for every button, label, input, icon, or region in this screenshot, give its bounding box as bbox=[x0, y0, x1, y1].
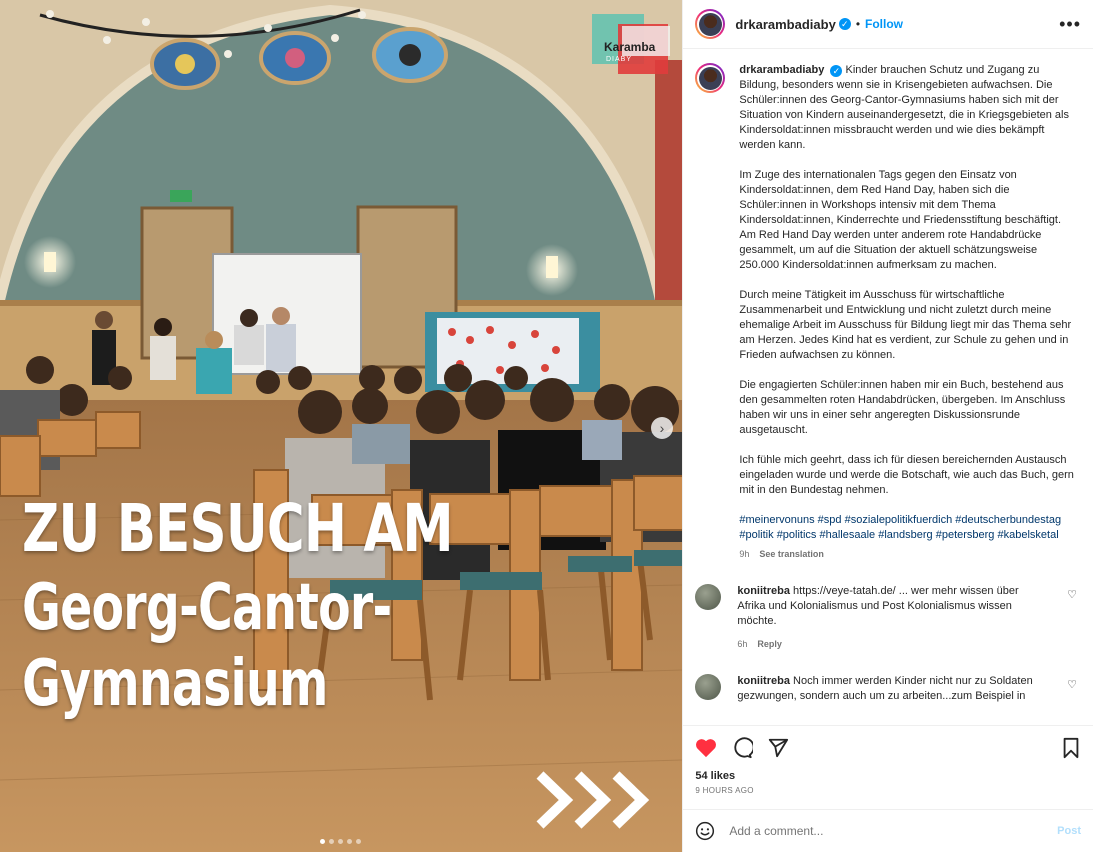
follow-button[interactable]: Follow bbox=[865, 17, 903, 31]
avatar[interactable] bbox=[695, 584, 722, 610]
see-translation-button[interactable]: See translation bbox=[759, 549, 824, 559]
caption-row: drkarambadiaby ✓ Kinder brauchen Schutz … bbox=[695, 63, 1081, 562]
headline-line-1: ZU BESUCH AM bbox=[22, 490, 454, 567]
hashtag-link[interactable]: #politik bbox=[739, 529, 773, 541]
carousel-dot bbox=[347, 839, 352, 844]
caption-paragraph-4: Die engagierten Schüler:innen haben mir … bbox=[739, 379, 1066, 436]
carousel-dot bbox=[356, 839, 361, 844]
caption: drkarambadiaby ✓ Kinder brauchen Schutz … bbox=[739, 63, 1079, 562]
carousel-indicator bbox=[320, 839, 361, 844]
hashtag-link[interactable]: #spd bbox=[818, 514, 842, 526]
avatar[interactable] bbox=[695, 9, 726, 39]
image-headline: ZU BESUCH AM Georg-Cantor- Gymnasium bbox=[22, 490, 574, 721]
comment-body: koniitreba Noch immer werden Kinder nich… bbox=[737, 674, 1037, 704]
post-timestamp: 9 HOURS AGO bbox=[695, 786, 754, 795]
post-actions: 54 likes 9 HOURS AGO bbox=[683, 725, 1093, 801]
carousel-next-button[interactable]: › bbox=[651, 417, 673, 439]
post-dialog: Karamba DIABY ZU BESUCH AM Georg-Cantor-… bbox=[0, 0, 1093, 852]
caption-paragraph-2: Im Zuge des internationalen Tags gegen d… bbox=[739, 169, 1062, 271]
chevrons-right-icon bbox=[536, 771, 650, 829]
comment-body: koniitreba https://veye-tatah.de/ ... we… bbox=[737, 584, 1037, 652]
post-comment-button[interactable]: Post bbox=[1057, 825, 1081, 837]
hashtag-link[interactable]: #kabelsketal bbox=[998, 529, 1059, 541]
comments-scroll-area[interactable]: drkarambadiaby ✓ Kinder brauchen Schutz … bbox=[683, 49, 1093, 725]
brand-logo: Karamba DIABY bbox=[592, 14, 672, 86]
carousel-dot bbox=[320, 839, 325, 844]
share-icon[interactable] bbox=[767, 737, 789, 759]
like-comment-heart-icon[interactable]: ♡ bbox=[1067, 588, 1077, 601]
hashtag-link[interactable]: #sozialepolitikfuerdich bbox=[845, 514, 953, 526]
comment-item: koniitreba Noch immer werden Kinder nich… bbox=[695, 674, 1081, 704]
caption-paragraph-5: Ich fühle mich geehrt, dass ich für dies… bbox=[739, 454, 1074, 496]
bookmark-icon[interactable] bbox=[1061, 737, 1081, 759]
verified-badge-icon: ✓ bbox=[838, 18, 851, 30]
post-side-panel: drkarambadiaby ✓ • Follow ••• drkarambad… bbox=[682, 0, 1093, 852]
chevron-right-icon: › bbox=[659, 420, 665, 436]
comment-icon[interactable] bbox=[731, 737, 754, 759]
carousel-dot bbox=[329, 839, 334, 844]
more-options-icon[interactable]: ••• bbox=[1059, 14, 1081, 35]
likes-count[interactable]: 54 likes bbox=[695, 770, 1081, 782]
caption-username[interactable]: drkarambadiaby bbox=[739, 64, 824, 76]
post-header: drkarambadiaby ✓ • Follow ••• bbox=[683, 0, 1093, 49]
caption-paragraph-3: Durch meine Tätigkeit im Ausschuss für w… bbox=[739, 289, 1072, 361]
post-image[interactable]: Karamba DIABY ZU BESUCH AM Georg-Cantor-… bbox=[0, 0, 683, 852]
caption-meta: 9h See translation bbox=[739, 547, 1079, 562]
headline-line-2: Georg-Cantor- bbox=[22, 571, 392, 645]
like-comment-heart-icon[interactable]: ♡ bbox=[1067, 678, 1077, 691]
heart-icon[interactable] bbox=[695, 738, 717, 758]
emoji-icon[interactable] bbox=[695, 821, 715, 841]
reply-button[interactable]: Reply bbox=[757, 639, 782, 649]
comment-item: koniitreba https://veye-tatah.de/ ... we… bbox=[695, 584, 1081, 652]
brand-subtitle: DIABY bbox=[606, 56, 633, 63]
hashtag-link[interactable]: #politics bbox=[777, 529, 817, 541]
avatar[interactable] bbox=[695, 63, 726, 93]
caption-paragraph-1: drkarambadiaby ✓ Kinder brauchen Schutz … bbox=[739, 64, 1069, 151]
add-comment-bar: Post bbox=[683, 809, 1093, 852]
hashtags: #meinervonuns #spd #sozialepolitikfuerdi… bbox=[739, 513, 1079, 543]
comment-age: 6h bbox=[737, 639, 748, 649]
action-icons bbox=[695, 734, 1081, 762]
hashtag-link[interactable]: #landsberg bbox=[878, 529, 932, 541]
comment-username[interactable]: koniitreba bbox=[737, 585, 790, 597]
caption-age: 9h bbox=[739, 549, 750, 559]
comment-username[interactable]: koniitreba bbox=[737, 675, 790, 687]
hashtag-link[interactable]: #deutscherbundestag bbox=[955, 514, 1061, 526]
comment-meta: 6h Reply bbox=[737, 637, 1037, 652]
carousel-dot bbox=[338, 839, 343, 844]
classroom-photo bbox=[0, 0, 683, 852]
add-comment-input[interactable] bbox=[727, 823, 1058, 839]
author-username[interactable]: drkarambadiaby bbox=[735, 17, 835, 32]
separator-dot: • bbox=[855, 17, 861, 31]
verified-badge-icon: ✓ bbox=[830, 65, 843, 77]
hashtag-link[interactable]: #meinervonuns bbox=[739, 514, 814, 526]
brand-name: Karamba bbox=[604, 40, 656, 54]
headline-line-3: Gymnasium bbox=[22, 647, 328, 721]
hashtag-link[interactable]: #petersberg bbox=[936, 529, 995, 541]
hashtag-link[interactable]: #hallesaale bbox=[820, 529, 876, 541]
avatar[interactable] bbox=[695, 674, 722, 700]
